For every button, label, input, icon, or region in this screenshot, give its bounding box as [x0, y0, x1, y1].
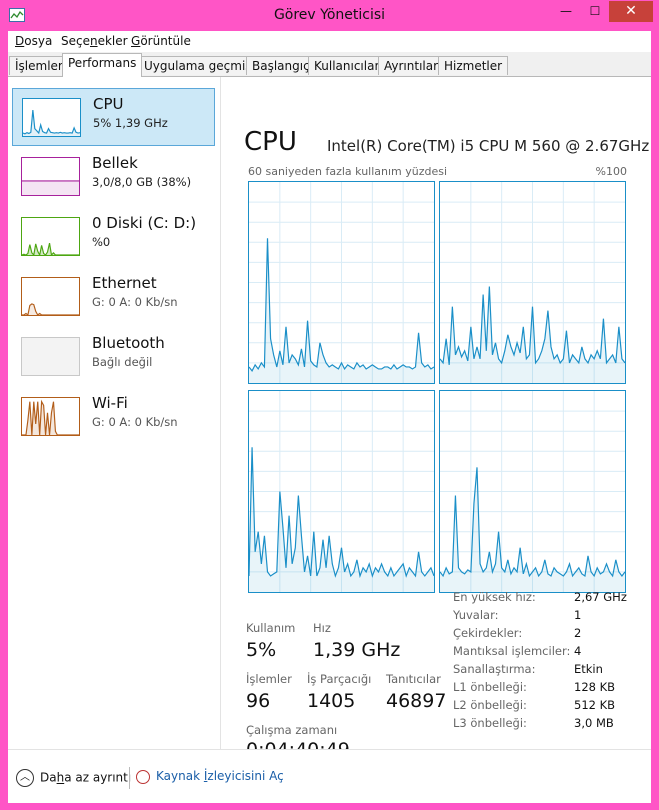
tab-app-history[interactable]: Uygulama geçmişi [138, 56, 261, 75]
close-button[interactable]: ✕ [609, 1, 653, 22]
footer-bar: ︿ Daha az ayrıntı Kaynak İzleyicisini Aç [8, 749, 651, 803]
page-title: CPU [244, 127, 297, 157]
tab-details[interactable]: Ayrıntılar [378, 56, 445, 75]
resource-item-wifi[interactable]: Wi-Fi G: 0 A: 0 Kb/sn [12, 388, 215, 446]
resource-item-disk[interactable]: 0 Diski (C: D:) %0 [12, 208, 215, 266]
resource-item-ethernet[interactable]: Ethernet G: 0 A: 0 Kb/sn [12, 268, 215, 326]
resource-detail: G: 0 A: 0 Kb/sn [92, 415, 178, 429]
detail-key: L3 önbelleği: [453, 716, 527, 730]
resource-item-bluetooth[interactable]: Bluetooth Bağlı değil [12, 328, 215, 386]
resource-detail: G: 0 A: 0 Kb/sn [92, 295, 178, 309]
ethernet-thumbnail-graph [21, 277, 80, 316]
tab-services[interactable]: Hizmetler [438, 56, 509, 75]
detail-value: 3,0 MB [574, 716, 614, 730]
resource-name: CPU [93, 95, 124, 113]
resource-list: CPU 5% 1,39 GHz Bellek 3,0/8,0 GB (38%) … [8, 77, 221, 749]
resource-name: Bluetooth [92, 334, 165, 352]
logical-processor-graph-3 [439, 390, 626, 593]
detail-value: 2 [574, 626, 582, 640]
tab-users[interactable]: Kullanıcılar [308, 56, 386, 75]
usage-value: 5% [246, 639, 277, 661]
cpu-thumb-line [23, 110, 80, 135]
memory-thumb-area [22, 180, 79, 195]
menu-view[interactable]: Görüntüle [131, 34, 191, 48]
maximize-button[interactable]: ☐ [580, 1, 610, 22]
resource-detail: Bağlı değil [92, 355, 153, 369]
detail-key: L2 önbelleği: [453, 698, 527, 712]
client-area: Dosya Seçenekler Görüntüle İşlemler Perf… [8, 31, 651, 803]
tab-processes[interactable]: İşlemler [9, 56, 69, 75]
uptime-label: Çalışma zamanı [246, 723, 338, 737]
detail-key: Sanallaştırma: [453, 662, 536, 676]
detail-value: 512 KB [574, 698, 616, 712]
tab-startup[interactable]: Başlangıç [246, 56, 316, 75]
cpu-model: Intel(R) Core(TM) i5 CPU M 560 @ 2.67GHz [327, 137, 650, 155]
detail-key: Çekirdekler: [453, 626, 523, 640]
handles-value: 46897 [386, 690, 447, 712]
logical-processor-graph-1 [439, 181, 626, 384]
bluetooth-thumbnail-graph [21, 337, 80, 376]
usage-label: Kullanım [246, 621, 296, 635]
resource-name: Ethernet [92, 274, 157, 292]
resource-item-cpu[interactable]: CPU 5% 1,39 GHz [12, 88, 215, 146]
resource-detail: 3,0/8,0 GB (38%) [92, 175, 192, 189]
handles-label: Tanıtıcılar [386, 672, 441, 686]
resource-name: Wi-Fi [92, 394, 128, 412]
speed-value: 1,39 GHz [313, 639, 401, 661]
detail-key: En yüksek hız: [453, 590, 536, 604]
tab-bar: İşlemler Performans Uygulama geçmişi Baş… [8, 52, 651, 77]
resource-name: Bellek [92, 154, 138, 172]
chevron-up-icon: ︿ [16, 769, 34, 787]
resource-detail: 5% 1,39 GHz [93, 116, 168, 130]
processes-value: 96 [246, 690, 271, 712]
footer-divider [129, 767, 130, 789]
graph-caption: 60 saniyeden fazla kullanım yüzdesi [248, 165, 448, 178]
detail-key: Yuvalar: [453, 608, 499, 622]
resource-detail: %0 [92, 235, 111, 249]
detail-value: 1 [574, 608, 582, 622]
detail-key: Mantıksal işlemciler: [453, 644, 571, 658]
tab-performance[interactable]: Performans [62, 53, 143, 77]
detail-value: 2,67 GHz [574, 590, 627, 604]
fewer-details-button[interactable]: ︿ Daha az ayrıntı [16, 769, 131, 787]
resource-monitor-icon [136, 769, 150, 784]
graph-max-label: %100 [595, 165, 627, 178]
detail-value: 128 KB [574, 680, 616, 694]
threads-label: İş Parçacığı [307, 672, 372, 686]
cpu-thumbnail-graph [22, 98, 81, 137]
menu-file[interactable]: Dosya [15, 34, 52, 48]
wifi-thumbnail-graph [21, 397, 80, 436]
menu-options[interactable]: Seçenekler [61, 34, 128, 48]
detail-key: L1 önbelleği: [453, 680, 527, 694]
speed-label: Hız [313, 621, 331, 635]
disk-thumbnail-graph [21, 217, 80, 256]
detail-value: 4 [574, 644, 582, 658]
cpu-detail-panel: CPU Intel(R) Core(TM) i5 CPU M 560 @ 2.6… [221, 77, 651, 761]
logical-processor-graph-2 [248, 390, 435, 593]
minimize-button[interactable]: — [551, 1, 581, 22]
menu-bar: Dosya Seçenekler Görüntüle [8, 31, 651, 52]
task-manager-window: Görev Yöneticisi — ☐ ✕ Dosya Seçenekler … [0, 0, 659, 810]
memory-thumbnail-graph [21, 157, 80, 196]
logical-processor-graph-0 [248, 181, 435, 384]
open-resource-monitor-link[interactable]: Kaynak İzleyicisini Aç [136, 769, 284, 784]
threads-value: 1405 [307, 690, 356, 712]
resource-item-memory[interactable]: Bellek 3,0/8,0 GB (38%) [12, 148, 215, 206]
processes-label: İşlemler [246, 672, 292, 686]
resource-name: 0 Diski (C: D:) [92, 214, 197, 232]
detail-value: Etkin [574, 662, 603, 676]
title-bar[interactable]: Görev Yöneticisi — ☐ ✕ [0, 0, 659, 31]
